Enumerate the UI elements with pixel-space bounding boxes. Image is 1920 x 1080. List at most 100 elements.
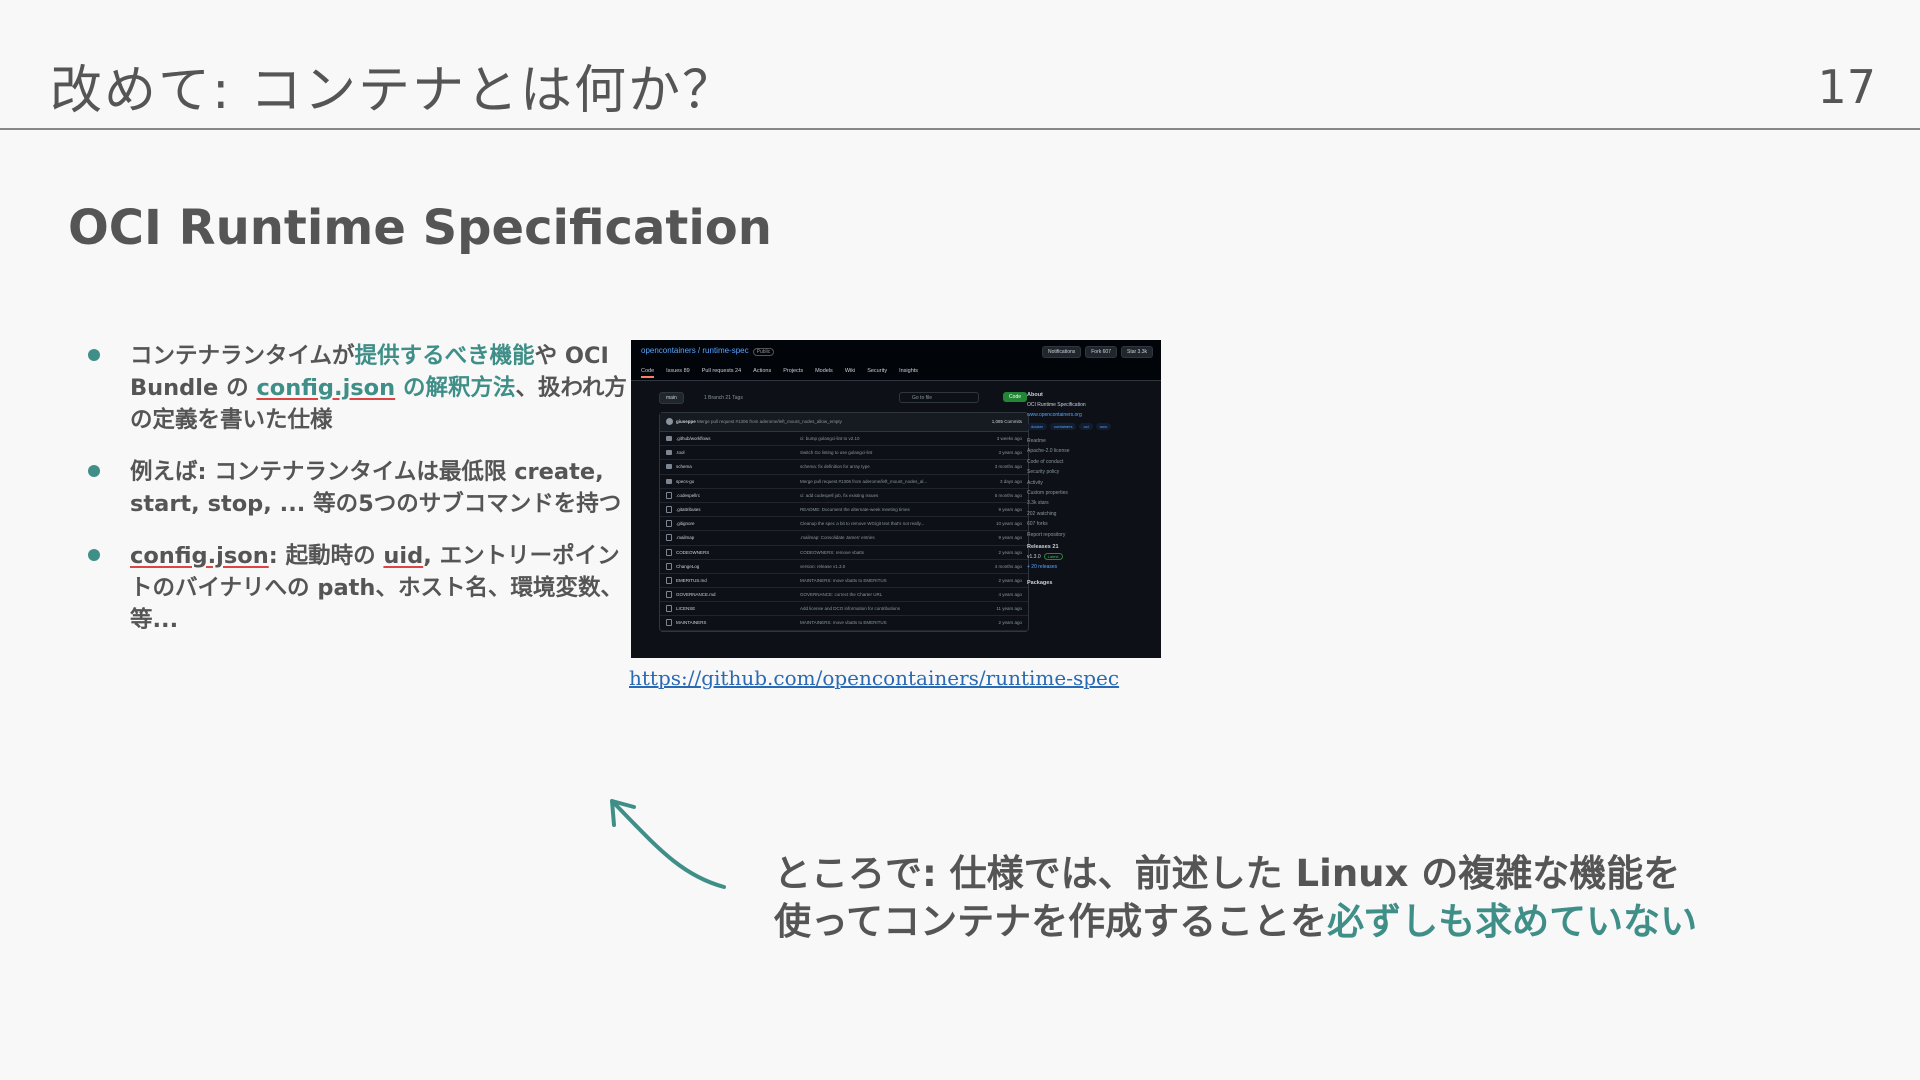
- file-commit-message: Cleanup the spec a bit to remove WG/git …: [800, 521, 925, 527]
- topic-tag: docker: [1027, 423, 1048, 430]
- releases-heading: Releases 21: [1027, 543, 1059, 550]
- goto-file-input: Go to file: [899, 392, 979, 403]
- file-row: .mailmap .mailmap: Consolidate James' ent…: [660, 531, 1028, 546]
- file-time: 2 years ago: [998, 620, 1022, 626]
- repo-actions: Notifications Fork 607 Star 3.3k: [1042, 346, 1153, 358]
- more-releases: + 20 releases: [1027, 563, 1058, 570]
- tab-actions: Actions: [753, 368, 772, 374]
- file-commit-message: MAINTAINERS: move vbatts to EMERITUS: [800, 620, 887, 626]
- tab-wiki: Wiki: [844, 368, 856, 374]
- repo-name: opencontainers / runtime-spec Public: [641, 346, 775, 356]
- file-row: schema schema: fix definition for array t…: [660, 460, 1028, 475]
- bullet-list: コンテナランタイムが提供するべき機能や OCI Bundle の config.…: [88, 340, 628, 656]
- file-row: .tool Switch Go linting to use golangci-l…: [660, 446, 1028, 461]
- file-row: LICENSE Add license and DCO information f…: [660, 602, 1028, 617]
- bullet-dot-icon: [88, 349, 100, 361]
- file-row: MAINTAINERS MAINTAINERS: move vbatts to E…: [660, 616, 1028, 631]
- file-time: 9 years ago: [998, 535, 1022, 541]
- file-name: .github/workflows: [676, 436, 711, 441]
- file-commit-message: README: Document the alternate-week meet…: [800, 506, 910, 512]
- file-name: .mailmap: [676, 535, 695, 541]
- topic-tag: containers: [1050, 423, 1077, 430]
- file-commit-message: Add license and DCO information for cont…: [800, 606, 901, 612]
- tab-models: Models: [815, 368, 833, 374]
- page-title: 改めて: コンテナとは何か？: [50, 61, 737, 121]
- code-button: Code: [1003, 392, 1027, 402]
- file-row: specs-go Merge pull request #1306 from ad…: [660, 475, 1028, 489]
- file-time: 11 years ago: [996, 606, 1022, 612]
- bullet-item: 例えば: コンテナランタイムは最低限 create, start, stop, …: [88, 456, 628, 520]
- file-name: .gitignore: [676, 521, 695, 527]
- file-icon: [666, 505, 672, 513]
- bullet-dot-icon: [88, 549, 100, 561]
- section-title: OCI Runtime Specification: [68, 200, 772, 256]
- tab-divider: [631, 380, 1161, 381]
- about-item: Report repository: [1027, 531, 1066, 538]
- file-icon: [666, 491, 672, 499]
- file-commit-message: Merge pull request #1306 from aderome/le…: [800, 478, 928, 484]
- about-item: 202 watching: [1027, 510, 1057, 517]
- file-rows: .github/workflows ci: bump golangci-lint …: [660, 432, 1028, 631]
- file-time: 3 years ago: [998, 450, 1022, 456]
- file-icon: [666, 576, 672, 584]
- file-time: 2 years ago: [998, 549, 1022, 555]
- folder-icon: [666, 464, 672, 470]
- tab-issues: Issues 89: [666, 368, 690, 374]
- fork-button: Fork 607: [1085, 346, 1117, 358]
- file-icon: [666, 605, 672, 613]
- file-time: 3 weeks ago: [996, 436, 1022, 441]
- latest-badge: Latest: [1043, 552, 1063, 560]
- tab-code: Code: [641, 368, 655, 378]
- note-text: ところで: 仕様では、前述した Linux の複雑な機能を 使ってコンテナを作成…: [774, 852, 1698, 943]
- about-item: Readme: [1027, 438, 1046, 444]
- highlight-text: config.json: [256, 375, 396, 401]
- highlight-text: 必ずしも求めていない: [1327, 900, 1698, 943]
- file-time: 2 years ago: [998, 577, 1022, 583]
- file-time: 4 years ago: [998, 592, 1022, 598]
- arrow-icon: [610, 799, 726, 889]
- file-commit-message: GOVERNANCE: correct the Charter URL: [800, 592, 883, 598]
- about-item: 607 forks: [1027, 521, 1048, 528]
- file-name: ChangeLog: [676, 563, 700, 569]
- page-number: 17: [1817, 60, 1876, 114]
- about-website: www.opencontainers.org: [1027, 412, 1082, 418]
- folder-icon: [666, 450, 672, 456]
- tab-security: Security: [867, 368, 888, 374]
- visibility-badge: Public: [752, 348, 775, 356]
- highlight-text: 提供するべき機能: [354, 343, 535, 369]
- file-commit-message: version: release v1.3.0: [800, 563, 846, 569]
- highlight-text: の解釈方法: [395, 375, 516, 401]
- file-name: schema: [676, 464, 692, 470]
- file-commit-message: ci: add codespell job, fix existing issu…: [800, 492, 879, 498]
- notifications-button: Notifications: [1042, 346, 1082, 358]
- file-name: .codespellrc: [676, 492, 701, 498]
- file-icon: [666, 548, 672, 556]
- file-time: 3 months ago: [994, 464, 1022, 470]
- file-time: 3 days ago: [999, 478, 1022, 484]
- tab-pull-requests: Pull requests 24: [701, 368, 742, 374]
- topic-tag: runc: [1095, 423, 1112, 430]
- file-time: 5 months ago: [994, 492, 1022, 498]
- file-commit-message: MAINTAINERS: move vbatts to EMERITUS: [800, 577, 887, 583]
- file-row: EMERITUS.md MAINTAINERS: move vbatts to E…: [660, 574, 1028, 589]
- file-time: 10 years ago: [995, 521, 1022, 527]
- about-item: Custom properties: [1027, 489, 1068, 496]
- about-heading: About: [1027, 392, 1043, 398]
- about-item: Code of conduct: [1027, 458, 1064, 465]
- file-time: 9 years ago: [998, 506, 1022, 512]
- file-row: ChangeLog version: release v1.3.0 4 months…: [660, 560, 1028, 574]
- github-header: opencontainers / runtime-spec Public Noti…: [631, 340, 1161, 380]
- file-name: .gitattributes: [676, 506, 701, 512]
- file-name: EMERITUS.md: [676, 577, 707, 583]
- about-item: 3.3k stars: [1027, 500, 1049, 507]
- star-button: Star 3.3k: [1120, 346, 1153, 358]
- file-row: .codespellrc ci: add codespell job, fix e…: [660, 489, 1028, 503]
- file-row: .gitignore Cleanup the spec a bit to remo…: [660, 517, 1028, 532]
- file-name: LICENSE: [676, 606, 696, 612]
- repo-link[interactable]: https://github.com/opencontainers/runtim…: [629, 666, 1119, 690]
- file-row: .github/workflows ci: bump golangci-lint …: [660, 432, 1028, 447]
- file-commit-message: CODEOWNERS: remove vbatts: [800, 549, 865, 555]
- about-item: Security policy: [1027, 469, 1060, 476]
- commit-author: giuseppe: [676, 419, 696, 424]
- file-commit-message: schema: fix definition for array type: [800, 464, 870, 470]
